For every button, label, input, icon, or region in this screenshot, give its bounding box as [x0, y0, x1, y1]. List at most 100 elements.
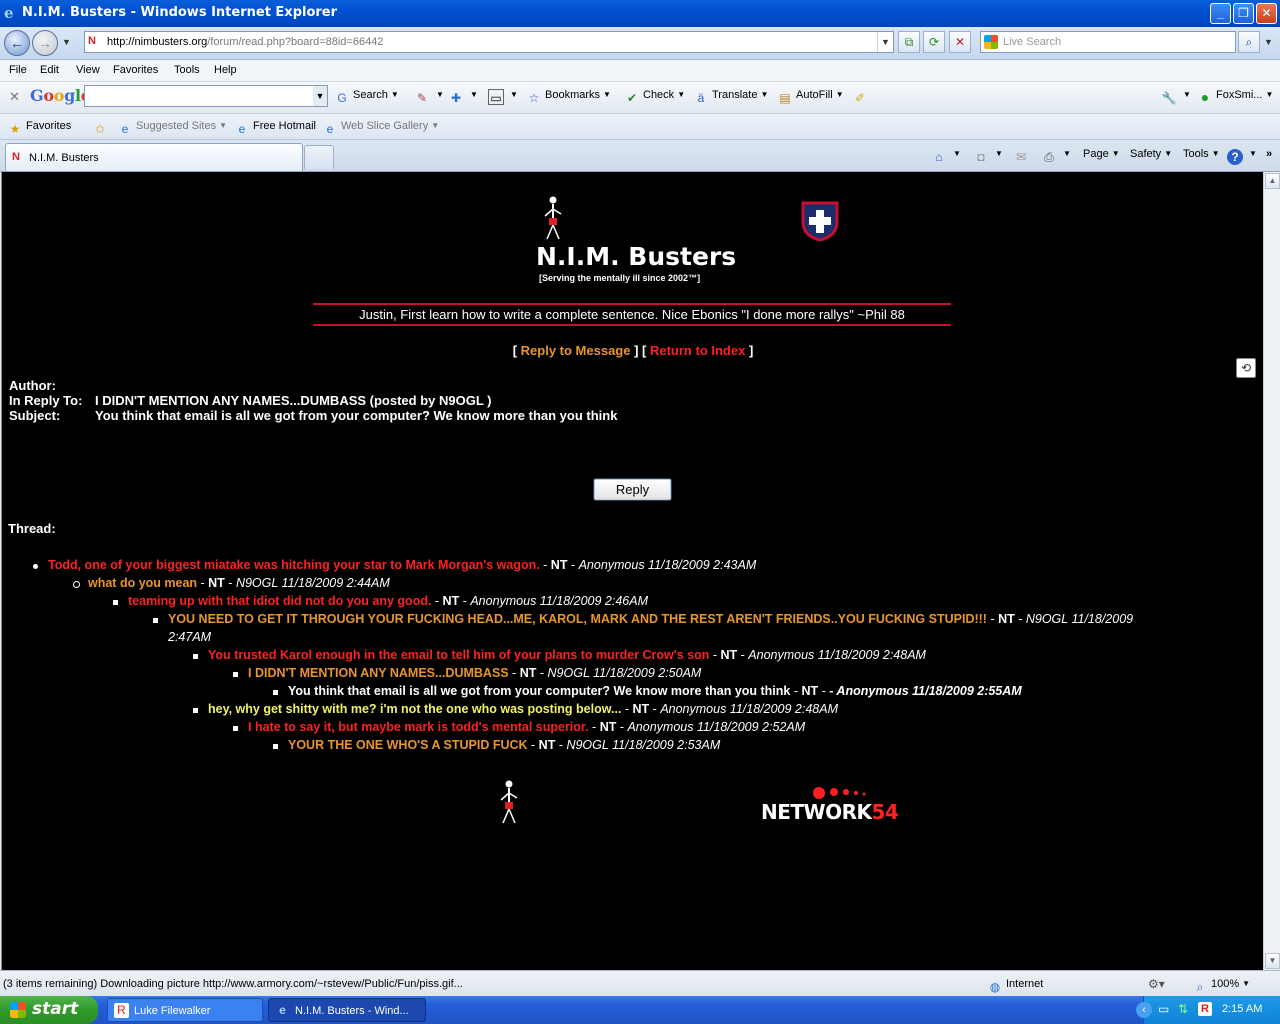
thread-item: You trusted Karol enough in the email to…: [193, 648, 926, 662]
network54-dots-icon: [813, 787, 866, 799]
window-title: N.I.M. Busters - Windows Internet Explor…: [22, 5, 338, 20]
vertical-scrollbar[interactable]: ▲ ▼: [1263, 172, 1280, 970]
menu-view[interactable]: View: [76, 64, 100, 76]
thread-post-link[interactable]: Todd, one of your biggest miatake was hi…: [48, 558, 540, 572]
read-mail-button[interactable]: ✉: [1013, 148, 1032, 165]
mail-icon: ✉: [1015, 150, 1027, 164]
thread-post-link[interactable]: what do you mean: [88, 576, 197, 590]
autofill-button[interactable]: ▤ AutoFill ▼: [777, 89, 843, 106]
scroll-down-arrow-icon[interactable]: ▼: [1265, 953, 1280, 969]
close-button[interactable]: ✕: [1256, 3, 1277, 24]
help-button[interactable]: ? ▼: [1227, 148, 1257, 165]
bookmarks-button[interactable]: ☆ Bookmarks ▼: [526, 89, 611, 106]
zoom-level[interactable]: ⌕ 100% ▼: [1192, 978, 1250, 995]
scroll-up-arrow-icon[interactable]: ▲: [1265, 173, 1280, 189]
safety-menu[interactable]: Safety ▼: [1130, 148, 1172, 160]
feeds-button[interactable]: ◘ ▼: [973, 148, 1003, 165]
google-search-input[interactable]: ▼: [84, 85, 328, 107]
message-links: [ Reply to Message ] [ Return to Index ]: [512, 343, 754, 358]
google-toolbar: ✕ Google ▼ GSearch▼ ✎▼ ✚▼ ▭▼ ☆Bookmarks▼…: [0, 82, 1280, 114]
page-menu[interactable]: Page ▼: [1083, 148, 1120, 160]
google-search-dropdown[interactable]: ▼: [313, 86, 327, 106]
share-button[interactable]: ▭ ▼: [488, 89, 518, 105]
maximize-button[interactable]: ❐: [1233, 3, 1254, 24]
thread-post-link[interactable]: YOU NEED TO GET IT THROUGH YOUR FUCKING …: [168, 612, 987, 626]
more-commands-chevron-icon[interactable]: »: [1266, 148, 1272, 160]
menu-tools[interactable]: Tools: [174, 64, 200, 76]
start-button[interactable]: start: [0, 996, 98, 1024]
thread-post-link[interactable]: I DIDN'T MENTION ANY NAMES...DUMBASS: [248, 666, 509, 680]
thread-author-date: Anonymous 11/18/2009 2:48AM: [660, 702, 838, 716]
site-quote: Justin, First learn how to write a compl…: [313, 303, 951, 326]
antivirus-icon[interactable]: R: [1198, 1002, 1212, 1016]
google-search-button[interactable]: G Search ▼: [334, 89, 398, 106]
in-reply-to-row: In Reply To: I DIDN'T MENTION ANY NAMES..…: [9, 393, 492, 408]
protected-mode-icon[interactable]: ⚙▾: [1148, 977, 1165, 991]
thread-post-link[interactable]: I hate to say it, but maybe mark is todd…: [248, 720, 589, 734]
back-button[interactable]: ←: [4, 30, 30, 56]
thread-item: YOU NEED TO GET IT THROUGH YOUR FUCKING …: [153, 612, 1133, 626]
recent-pages-dropdown[interactable]: ▼: [62, 37, 71, 47]
tools-menu[interactable]: Tools ▼: [1183, 148, 1220, 160]
thread-post-link[interactable]: You trusted Karol enough in the email to…: [208, 648, 709, 662]
no-text-marker: NT: [208, 576, 225, 590]
search-icon[interactable]: ⌕: [1238, 31, 1260, 53]
menu-favorites[interactable]: Favorites: [113, 64, 158, 76]
close-toolbar-icon[interactable]: ✕: [9, 89, 20, 105]
thread-item: I hate to say it, but maybe mark is todd…: [233, 720, 805, 734]
reply-to-message-link[interactable]: Reply to Message: [521, 343, 631, 358]
suggested-sites-link[interactable]: e Suggested Sites ▼: [117, 120, 227, 137]
translate-button[interactable]: ä Translate ▼: [693, 89, 769, 106]
highlight-button[interactable]: ✐: [852, 89, 871, 106]
sync-icon[interactable]: ⇅: [1178, 1002, 1188, 1016]
network-icon[interactable]: ▭: [1158, 1002, 1169, 1016]
address-bar[interactable]: N http://nimbusters.org/forum/read.php?b…: [84, 31, 894, 53]
return-to-index-link[interactable]: Return to Index: [650, 343, 745, 358]
web-slice-gallery-link[interactable]: e Web Slice Gallery ▼: [322, 120, 439, 137]
thread-post-link[interactable]: You think that email is all we got from …: [288, 684, 790, 698]
thread-post-link[interactable]: teaming up with that idiot did not do yo…: [128, 594, 431, 608]
no-text-marker: NT: [599, 720, 617, 734]
windows-flag-icon: [10, 1002, 26, 1018]
tray-expand-icon[interactable]: ‹: [1136, 1002, 1152, 1018]
reply-button[interactable]: Reply: [593, 478, 672, 501]
new-tab-button[interactable]: [304, 145, 334, 169]
network54-logo[interactable]: NETWORK54: [761, 800, 899, 824]
site-subtitle: [Serving the mentally ill since 2002™]: [539, 273, 701, 283]
thread-item: teaming up with that idiot did not do yo…: [113, 594, 648, 608]
menu-file[interactable]: File: [9, 64, 27, 76]
taskbar-item-luke-filewalker[interactable]: R Luke Filewalker: [107, 998, 263, 1022]
thread-post-link[interactable]: YOUR THE ONE WHO'S A STUPID FUCK: [288, 738, 528, 752]
ie-page-icon: e: [238, 122, 246, 136]
add-favorites-button[interactable]: ✩: [92, 120, 111, 137]
forward-button[interactable]: →: [32, 30, 58, 56]
compatibility-icon[interactable]: ⧉: [898, 31, 920, 53]
sidewiki-button[interactable]: ✎ ▼: [414, 89, 444, 106]
menu-help[interactable]: Help: [214, 64, 237, 76]
foxsmi-button[interactable]: ● FoxSmi... ▼: [1197, 89, 1274, 105]
settings-button[interactable]: 🔧 ▼: [1161, 89, 1191, 106]
home-button[interactable]: ⌂ ▼: [931, 148, 961, 165]
page-refresh-icon[interactable]: ⟲: [1236, 358, 1256, 378]
sidewiki-icon: ✎: [416, 91, 428, 105]
address-dropdown[interactable]: ▼: [877, 32, 893, 52]
favorites-button[interactable]: ★ Favorites: [7, 120, 72, 137]
spellcheck-button[interactable]: ✔ Check ▼: [624, 89, 685, 106]
thread-item-continuation: 2:47AM: [168, 630, 211, 644]
bullet-icon: [33, 564, 38, 569]
live-search-input[interactable]: Live Search: [980, 31, 1236, 53]
minimize-button[interactable]: _: [1210, 3, 1231, 24]
plus-icon: ✚: [450, 91, 462, 105]
thread-author-date: N9OGL 11/18/2009 2:53AM: [566, 738, 721, 752]
menu-edit[interactable]: Edit: [40, 64, 59, 76]
free-hotmail-link[interactable]: e Free Hotmail: [234, 120, 316, 137]
plus-button[interactable]: ✚ ▼: [448, 89, 478, 106]
thread-post-link[interactable]: hey, why get shitty with me? i'm not the…: [208, 702, 621, 716]
spellcheck-icon: ✔: [626, 91, 638, 105]
tab-nim-busters[interactable]: N N.I.M. Busters: [5, 143, 303, 171]
search-options-dropdown[interactable]: ▼: [1264, 37, 1273, 47]
stop-icon[interactable]: ✕: [949, 31, 971, 53]
taskbar-item-nim-busters[interactable]: e N.I.M. Busters - Wind...: [268, 998, 426, 1022]
print-button[interactable]: ⎙ ▼: [1041, 148, 1071, 165]
refresh-icon[interactable]: ⟳: [923, 31, 945, 53]
